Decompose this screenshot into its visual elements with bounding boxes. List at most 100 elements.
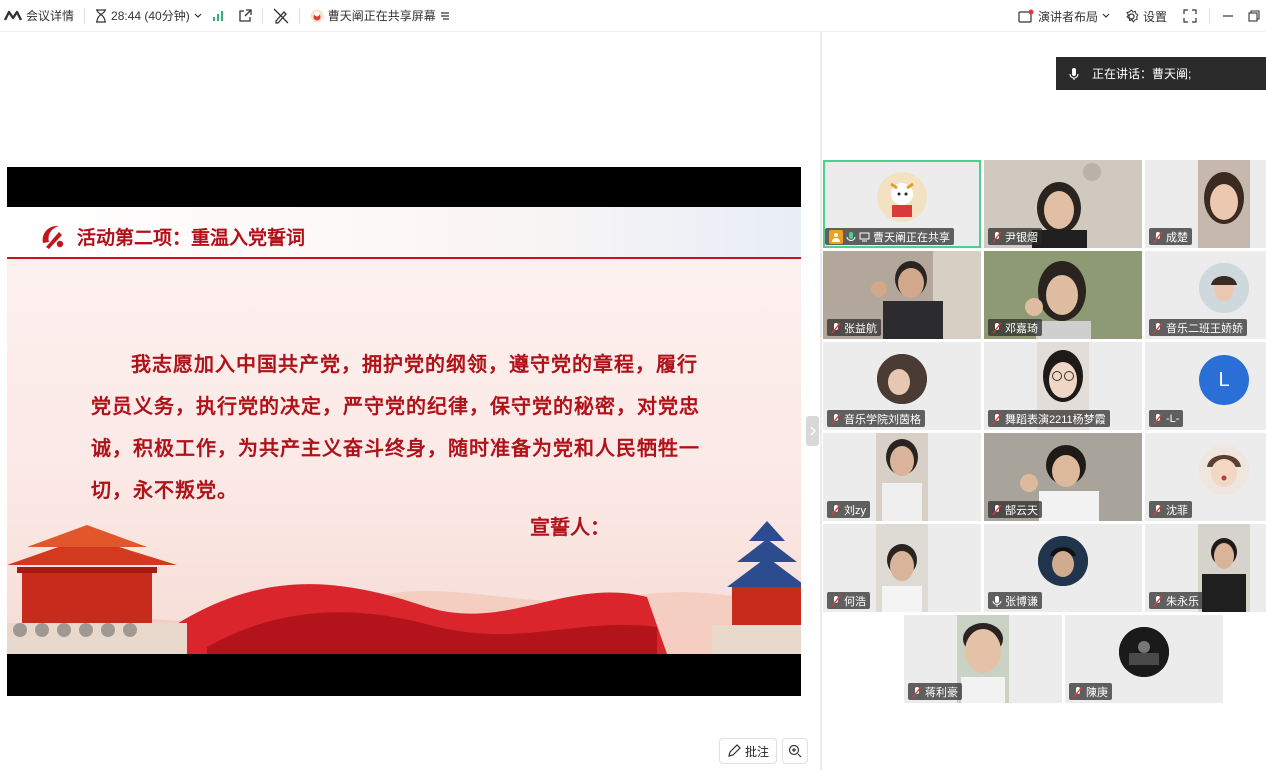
participant-name: 曹天阐正在共享 [873,231,950,244]
layout-label: 演讲者布局 [1037,9,1098,24]
participant-name: 音乐二班王娇娇 [1166,322,1243,335]
participant-name: 沈菲 [1166,504,1188,517]
participant-tile[interactable]: 蒋利豪 [904,615,1062,703]
divider [84,8,86,23]
avatar [1199,263,1249,313]
participant-tile[interactable]: 音乐二班王娇娇 [1145,251,1266,339]
sharing-status-text: 曹天阐正在共享屏幕 [327,9,436,23]
meeting-logo-icon [4,10,22,22]
restore-icon[interactable] [1248,10,1260,22]
active-speaker-text: 正在讲话：曹天阐; [1092,67,1192,81]
participant-name: 蒋利豪 [925,686,958,699]
annotate-button[interactable]: 批注 [719,738,777,764]
mic-muted-icon [831,504,841,516]
sharing-status[interactable]: 曹天阐正在共享屏幕 [310,0,450,32]
timer-dropdown[interactable]: 28:44 (40分钟) [95,0,202,32]
avatar [877,354,927,404]
participant-name: 朱永乐 [1166,595,1199,608]
participant-label: 张博谦 [988,592,1042,609]
participant-tile[interactable]: 音乐学院刘茵格 [823,342,981,430]
play-icon[interactable] [35,623,49,637]
participant-name: 郜云天 [1005,504,1038,517]
settings-button[interactable]: 设置 [1124,0,1167,32]
slide: 活动第二项：重温入党誓词 我志愿加入中国共产党，拥护党的纲领，遵守党的章程，履行… [7,207,801,654]
mic-muted-icon [992,504,1002,516]
participant-label: 朱永乐 [1149,592,1203,609]
fullscreen-icon[interactable] [1183,9,1197,23]
panel-divider [820,32,822,770]
participant-label: 郜云天 [988,501,1042,518]
participant-name: 张博谦 [1005,595,1038,608]
annotate-label: 批注 [744,744,769,759]
shared-slide-frame: 活动第二项：重温入党誓词 我志愿加入中国共产党，拥护党的纲领，遵守党的章程，履行… [7,167,801,696]
gear-icon [1124,8,1139,24]
active-speaker-banner: 正在讲话：曹天阐; [1056,57,1266,90]
layout-dropdown[interactable]: 演讲者布局 [1018,0,1110,32]
letter-avatar: L [1199,355,1249,405]
participant-label: 尹银熠 [988,228,1042,245]
participant-tile[interactable]: 郜云天 [984,433,1142,521]
screen-icon[interactable] [101,623,115,637]
participant-tile[interactable]: 张博谦 [984,524,1142,612]
participant-label: 张益航 [827,319,881,336]
participant-name: 刘zy [844,504,866,517]
layout-icon [1018,9,1034,23]
video-feed [876,433,928,521]
signal-icon[interactable] [212,10,224,22]
more-icon[interactable] [123,623,137,637]
participant-tile[interactable]: 刘zy [823,433,981,521]
participant-tile[interactable]: 舞蹈表演2211杨梦霞 [984,342,1142,430]
slide-playback-controls[interactable] [13,623,137,637]
mic-muted-icon [1073,686,1083,698]
participant-tile[interactable]: 成楚 [1145,160,1266,248]
collapse-panel-toggle[interactable] [806,416,819,446]
mic-muted-icon [1153,595,1163,607]
mic-muted-icon [912,686,922,698]
mic-muted-icon [992,413,1002,425]
oath-paragraph: 我志愿加入中国共产党，拥护党的纲领，遵守党的章程，履行党员义务，执行党的决定，严… [91,352,700,502]
participant-label: 音乐学院刘茵格 [827,410,925,427]
participant-tile[interactable]: L -L- [1145,342,1266,430]
video-feed [1198,524,1250,612]
participant-label: 邓嘉琦 [988,319,1042,336]
mic-muted-icon [992,231,1002,243]
prev-icon[interactable] [13,623,27,637]
participant-label: 蒋利豪 [908,683,962,700]
mic-muted-icon [992,322,1002,334]
annotation-off-icon[interactable] [273,8,289,24]
participant-tile[interactable]: 尹银熠 [984,160,1142,248]
pen-icon [727,744,741,758]
participant-name: 舞蹈表演2211杨梦霞 [1005,413,1106,426]
participant-label: 沈菲 [1149,501,1192,518]
mic-muted-icon [831,322,841,334]
mic-muted-icon [1153,504,1163,516]
meeting-info-button[interactable]: 会议详情 [4,0,74,32]
participant-tile[interactable]: 邓嘉琦 [984,251,1142,339]
participant-label: -L- [1149,410,1184,427]
avatar [1119,627,1169,677]
pen-icon[interactable] [57,623,71,637]
divider [261,8,263,23]
chevron-right-icon [810,426,816,436]
focus-icon[interactable] [79,623,93,637]
participant-tile[interactable]: 朱永乐 [1145,524,1266,612]
oath-text: 我志愿加入中国共产党，拥护党的纲领，遵守党的章程，履行党员义务，执行党的决定，严… [91,343,711,511]
mic-icon [992,595,1002,607]
avatar [1199,445,1249,495]
participant-tile[interactable]: 沈菲 [1145,433,1266,521]
participant-tile[interactable]: 何浩 [823,524,981,612]
participant-tile[interactable]: 张益航 [823,251,981,339]
participant-tile[interactable]: 陳庚 [1065,615,1223,703]
participant-tile[interactable]: 曹天阐正在共享 [823,160,981,248]
minimize-icon[interactable] [1222,10,1234,22]
mic-muted-icon [831,413,841,425]
sharer-avatar-icon [310,9,324,23]
avatar [877,172,927,222]
host-icon [829,229,843,244]
slide-title-underline [7,257,801,259]
mic-icon [1068,67,1080,81]
topbar-right: 演讲者布局 设置 [1018,0,1266,32]
popout-icon[interactable] [238,8,252,23]
zoom-button[interactable] [782,738,808,764]
slide-title-row: 活动第二项：重温入党誓词 [37,221,305,251]
